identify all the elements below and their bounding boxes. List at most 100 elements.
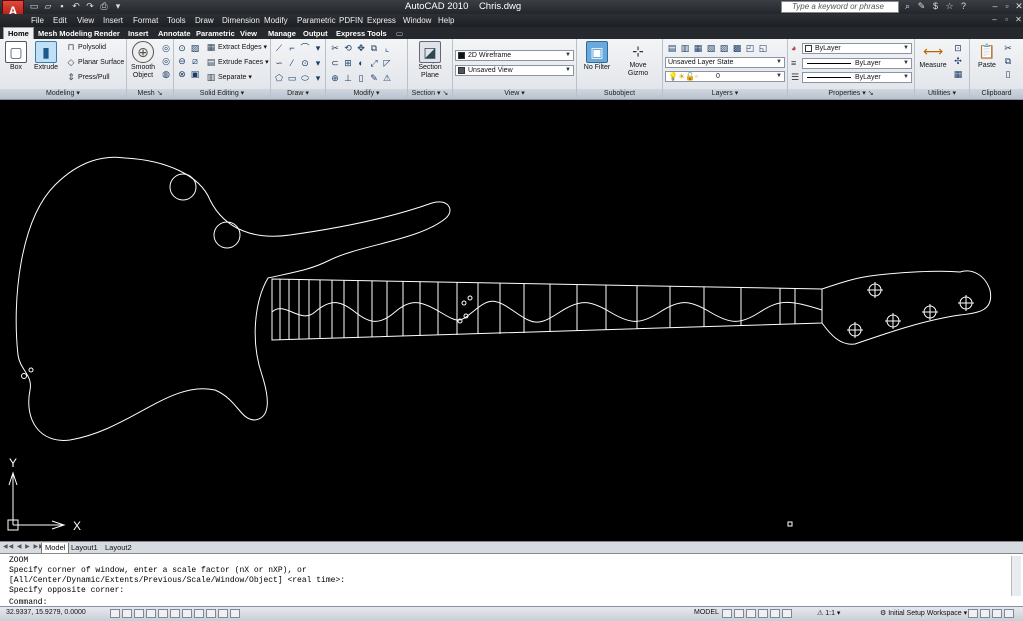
menu-format[interactable]: Format <box>133 16 158 25</box>
panel-title-solid-editing[interactable]: Solid Editing ▾ <box>174 89 270 99</box>
panel-title-utilities[interactable]: Utilities ▾ <box>915 89 969 99</box>
intersect-icon[interactable]: ⊗ <box>177 69 187 79</box>
menu-view[interactable]: View <box>77 16 94 25</box>
panel-title-subobject[interactable]: Subobject <box>577 89 662 99</box>
grid-display-icon[interactable] <box>122 609 132 618</box>
draw-more3-icon[interactable]: ▾ <box>313 73 323 83</box>
layer-properties-icon[interactable]: ▤ <box>667 43 677 53</box>
object-snap-icon[interactable] <box>158 609 168 618</box>
tab-layout2[interactable]: Layout2 <box>102 543 135 553</box>
isolate-objects-icon[interactable] <box>992 609 1002 618</box>
polar-tracking-icon[interactable] <box>146 609 156 618</box>
object-snap-tracking-icon[interactable] <box>182 609 192 618</box>
arc-icon[interactable]: ⌒ <box>300 43 310 53</box>
quick-view-layouts-icon[interactable] <box>722 609 732 618</box>
cursor-coordinates[interactable]: 32.9337, 15.9279, 0.0000 <box>6 609 86 616</box>
panel-title-section[interactable]: Section ▾ ↘ <box>408 89 452 99</box>
union-icon[interactable]: ⊙ <box>177 43 187 53</box>
stretch-icon[interactable]: ▯ <box>356 73 366 83</box>
communication-center-icon[interactable]: ✎ <box>916 1 927 12</box>
paste-button[interactable]: 📋 Paste <box>971 41 1003 70</box>
doc-minimize-icon[interactable]: – <box>990 15 999 24</box>
polygon-icon[interactable]: ⬠ <box>274 73 284 83</box>
shell-icon[interactable]: ▣ <box>190 69 200 79</box>
minimize-icon[interactable]: – <box>990 1 1000 12</box>
quick-select-icon[interactable]: ⊡ <box>953 43 963 53</box>
copy-clip-icon[interactable]: ⧉ <box>1003 56 1013 66</box>
extrude-button[interactable]: ▮ Extrude <box>30 41 62 72</box>
slice-icon[interactable]: ⧄ <box>190 56 200 66</box>
panel-title-mesh[interactable]: Mesh ↘ <box>127 89 173 99</box>
cut-icon[interactable]: ✂ <box>1003 43 1013 53</box>
open-icon[interactable]: ▱ <box>42 1 54 12</box>
scale-icon[interactable]: ⤢ <box>369 58 379 68</box>
help-search-input[interactable]: Type a keyword or phrase <box>781 1 899 13</box>
subscription-icon[interactable]: $ <box>930 1 941 12</box>
tab-view[interactable]: View <box>236 28 261 39</box>
named-view-dropdown[interactable]: Unsaved View ▼ <box>455 65 574 76</box>
search-icon[interactable]: ⌕ <box>902 1 913 12</box>
color-wheel-icon[interactable]: ◕ <box>791 43 796 53</box>
tab-mesh-modeling[interactable]: Mesh Modeling <box>34 28 96 39</box>
ortho-mode-icon[interactable] <box>134 609 144 618</box>
layer-previous-icon[interactable]: ▥ <box>680 43 690 53</box>
color-dropdown[interactable]: ByLayer ▼ <box>802 43 912 54</box>
match-properties-icon[interactable]: ▯ <box>1003 69 1013 79</box>
drawing-viewport[interactable]: Y X <box>0 100 1023 541</box>
menu-window[interactable]: Window <box>403 16 431 25</box>
layer-freeze-icon[interactable]: ▩ <box>732 43 742 53</box>
annotation-scale-button[interactable]: ⚠ 1:1 ▾ <box>817 609 840 617</box>
help-icon[interactable]: ? <box>958 1 969 12</box>
no-filter-button[interactable]: ▣ No Filter <box>581 41 613 72</box>
smooth-object-button[interactable]: ⊕ Smooth Object <box>127 41 159 80</box>
ribbon-minimize-icon[interactable]: ▭ <box>392 28 407 39</box>
panel-title-modify[interactable]: Modify ▾ <box>326 89 407 99</box>
tab-parametric[interactable]: Parametric <box>192 28 239 39</box>
layer-state-dropdown[interactable]: Unsaved Layer State ▼ <box>665 57 785 68</box>
layer-match-icon[interactable]: ◰ <box>745 43 755 53</box>
draw-more2-icon[interactable]: ▾ <box>313 58 323 68</box>
planar-surface-button[interactable]: ◇ Planar Surface <box>66 57 125 69</box>
dynamic-input-icon[interactable] <box>206 609 216 618</box>
fillet-icon[interactable]: ⌞ <box>382 43 392 53</box>
tab-layout1[interactable]: Layout1 <box>68 543 101 553</box>
showmotion-icon[interactable] <box>782 609 792 618</box>
menu-help[interactable]: Help <box>438 16 454 25</box>
menu-express[interactable]: Express <box>367 16 396 25</box>
tab-annotate[interactable]: Annotate <box>154 28 195 39</box>
extract-edges-button[interactable]: ▦ Extract Edges ▾ <box>206 42 267 54</box>
menu-edit[interactable]: Edit <box>53 16 67 25</box>
3d-array-icon[interactable]: ⊕ <box>330 73 340 83</box>
layer-off-icon[interactable]: ▨ <box>719 43 729 53</box>
quick-view-drawings-icon[interactable] <box>734 609 744 618</box>
tab-render[interactable]: Render <box>90 28 124 39</box>
quick-properties-icon[interactable] <box>230 609 240 618</box>
circle-icon[interactable]: ⊙ <box>300 58 310 68</box>
presspull-button[interactable]: ⇕ Press/Pull <box>66 72 109 84</box>
redo-icon[interactable]: ↷ <box>84 1 96 12</box>
line-icon[interactable]: ⟋ <box>274 43 284 53</box>
separate-button[interactable]: ▥ Separate ▾ <box>206 72 252 84</box>
linetype-dropdown[interactable]: ByLayer ▼ <box>802 58 912 69</box>
polysolid-button[interactable]: ⊓ Polysolid <box>66 42 106 54</box>
pan-icon[interactable] <box>746 609 756 618</box>
layout-nav-arrows-icon[interactable]: ◀◀ ◀ ▶ ▶▶ <box>3 543 45 550</box>
copy-icon[interactable]: ⧉ <box>369 43 379 53</box>
mesh-refine-icon[interactable]: ◍ <box>161 69 171 79</box>
drawing-canvas[interactable]: Y X <box>0 100 1023 541</box>
3d-align-icon[interactable]: ⊥ <box>343 73 353 83</box>
chamfer-icon[interactable]: ◸ <box>382 58 392 68</box>
doc-restore-icon[interactable]: ▫ <box>1002 15 1011 24</box>
draw-more-icon[interactable]: ▾ <box>313 43 323 53</box>
plot-icon[interactable]: ⎙ <box>98 1 110 12</box>
spline-icon[interactable]: ∽ <box>274 58 284 68</box>
panel-title-view[interactable]: View ▾ <box>453 89 576 99</box>
extrude-faces-button[interactable]: ▤ Extrude Faces ▾ <box>206 57 269 69</box>
menu-parametric[interactable]: Parametric <box>297 16 336 25</box>
polyline-icon[interactable]: ⌐ <box>287 43 297 53</box>
dynamic-ucs-icon[interactable] <box>194 609 204 618</box>
menu-insert[interactable]: Insert <box>103 16 123 25</box>
panel-title-modeling[interactable]: Modeling ▾ <box>0 89 126 99</box>
visual-style-dropdown[interactable]: 2D Wireframe ▼ <box>455 50 574 61</box>
menu-file[interactable]: File <box>31 16 44 25</box>
